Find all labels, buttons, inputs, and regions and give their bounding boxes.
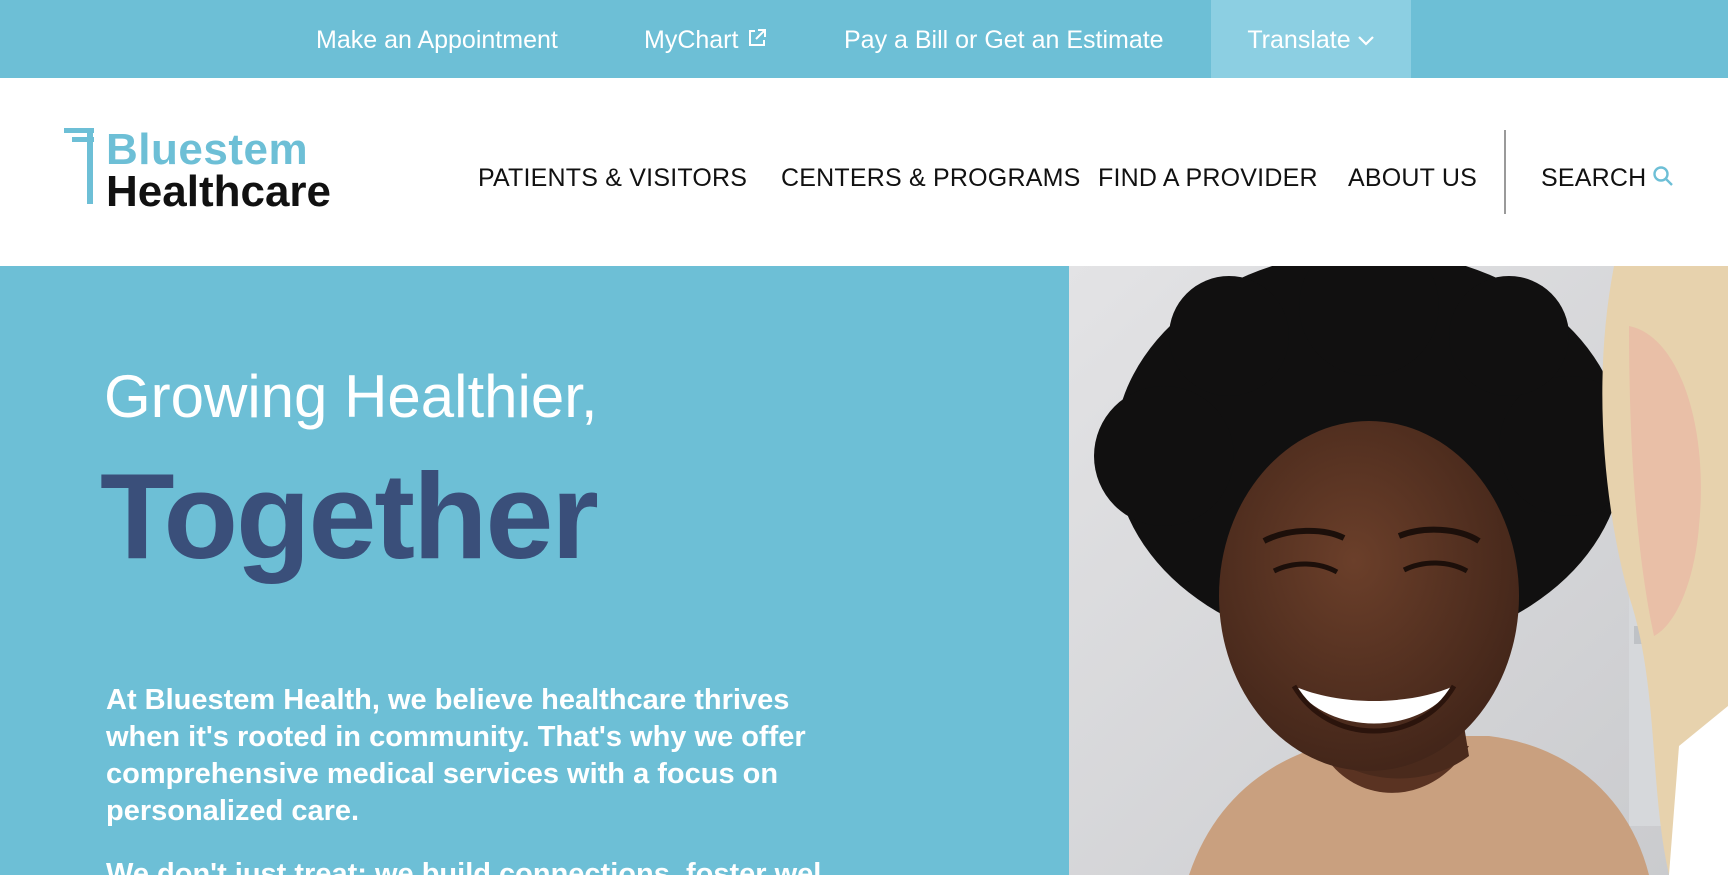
hero-panel: Growing Healthier, Together At Bluestem …	[0, 266, 1069, 875]
nav-patients-visitors[interactable]: PATIENTS & VISITORS	[478, 78, 747, 266]
translate-label: Translate	[1247, 26, 1351, 54]
hero-body: At Bluestem Health, we believe healthcar…	[106, 684, 806, 827]
search-icon	[1653, 166, 1674, 187]
search-label: SEARCH	[1541, 164, 1647, 192]
brand-line1: Bluestem	[106, 125, 309, 174]
nav-centers-programs[interactable]: CENTERS & PROGRAMS	[781, 78, 1080, 266]
mychart-label: MyChart	[644, 26, 739, 54]
hero-title: Together	[100, 448, 599, 584]
brand-logo[interactable]: Bluestem Healthcare	[64, 128, 344, 218]
external-link-icon	[749, 29, 767, 46]
nav-find-provider[interactable]: FIND A PROVIDER	[1098, 78, 1318, 266]
chevron-down-icon	[1357, 36, 1374, 46]
mychart-link[interactable]: MyChart	[644, 0, 768, 78]
hero-photo	[1069, 266, 1728, 875]
hero-subtitle: Growing Healthier,	[104, 363, 598, 430]
search-button[interactable]: SEARCH	[1541, 78, 1674, 266]
make-appointment-link[interactable]: Make an Appointment	[316, 0, 558, 78]
hero-body-cutoff: We don't just treat; we build connection…	[106, 858, 822, 875]
hero-photo-illustration	[1069, 266, 1728, 875]
utility-bar: Make an Appointment MyChart Pay a Bill o…	[0, 0, 1728, 78]
nav-divider	[1504, 130, 1506, 214]
pay-bill-link[interactable]: Pay a Bill or Get an Estimate	[844, 0, 1164, 78]
nav-about-us[interactable]: ABOUT US	[1348, 78, 1477, 266]
logo-mark-icon	[64, 128, 94, 204]
translate-dropdown[interactable]: Translate	[1211, 0, 1411, 78]
main-header: Bluestem Healthcare PATIENTS & VISITORS …	[0, 78, 1728, 266]
brand-line2: Healthcare	[106, 167, 332, 216]
